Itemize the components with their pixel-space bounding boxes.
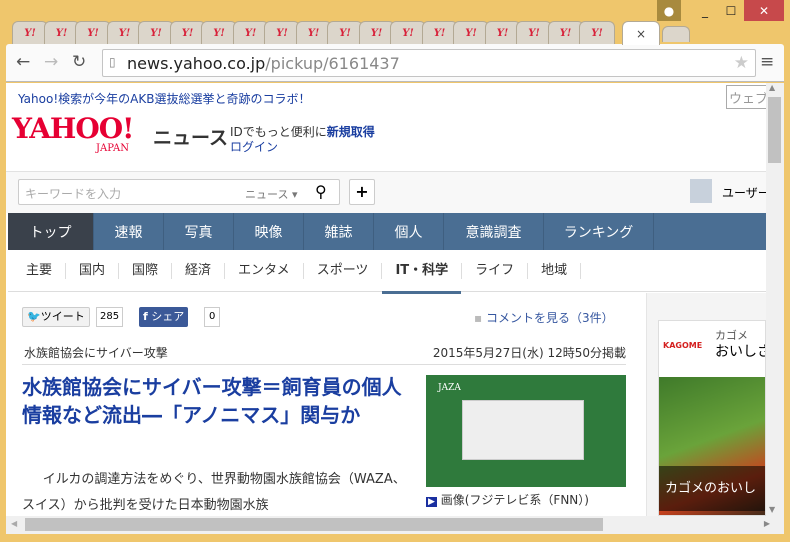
vertical-scrollbar[interactable]: ▲ ▼	[766, 83, 784, 516]
web-search-input[interactable]: ウェブ	[726, 85, 766, 109]
nav-item[interactable]: 映像	[234, 213, 304, 250]
subnav-item[interactable]: ライフ	[462, 262, 529, 279]
scope-select[interactable]: ニュース ▾	[245, 186, 297, 202]
profile-button[interactable]: ●	[657, 0, 681, 21]
reload-icon[interactable]: ↻	[72, 52, 86, 72]
nav-item[interactable]: 写真	[164, 213, 234, 250]
article-category: 水族館協会にサイバー攻撃	[24, 346, 168, 360]
nav-item[interactable]: 個人	[374, 213, 444, 250]
avatar	[690, 179, 712, 203]
share-button[interactable]: f シェア	[139, 307, 189, 327]
yahoo-logo[interactable]: YAHOO! JAPAN	[12, 115, 134, 155]
sub-nav: 主要 国内 国際 経済 エンタメ スポーツ IT・科学 ライフ 地域	[8, 250, 766, 294]
url-path: /pickup/6161437	[265, 54, 400, 73]
forward-icon[interactable]: →	[44, 52, 58, 72]
search-icon[interactable]: ⚲	[315, 182, 327, 201]
new-tab-button[interactable]	[662, 26, 690, 42]
menu-icon[interactable]: ≡	[760, 52, 774, 72]
nav-item[interactable]: 速報	[94, 213, 164, 250]
share-count: 0	[204, 307, 221, 327]
subnav-item[interactable]: 国際	[119, 262, 173, 279]
horizontal-scrollbar[interactable]: ◀ ▶	[6, 516, 784, 534]
nav-item[interactable]: 雑誌	[304, 213, 374, 250]
nav-item[interactable]: ランキング	[544, 213, 654, 250]
subnav-item[interactable]: スポーツ	[304, 262, 383, 279]
maximize-button[interactable]: ☐	[718, 0, 744, 21]
add-button[interactable]: +	[349, 179, 375, 205]
main-nav: トップ 速報 写真 映像 雑誌 個人 意識調査 ランキング	[8, 213, 766, 250]
article-title[interactable]: 水族館協会にサイバー攻撃＝飼育員の個人情報など流出―「アノニマス」関与か	[22, 373, 408, 429]
article-date: 2015年5月27日(水) 12時50分掲載	[432, 346, 626, 360]
minimize-button[interactable]: _	[692, 0, 718, 21]
close-window-button[interactable]: ✕	[744, 0, 784, 21]
active-tab-close[interactable]: ×	[622, 21, 660, 45]
horizontal-scroll-thumb[interactable]	[25, 518, 603, 531]
comments-link[interactable]: ▪ コメントを見る（3件）	[474, 309, 614, 326]
tweet-count: 285	[96, 307, 124, 327]
subnav-item[interactable]: 地域	[528, 262, 582, 279]
login-link[interactable]: ログイン	[230, 138, 278, 155]
nav-item[interactable]: 意識調査	[444, 213, 544, 250]
service-name: ニュース	[153, 127, 229, 149]
bookmark-star-icon[interactable]: ★	[734, 53, 749, 73]
subnav-item[interactable]: 主要	[8, 262, 67, 279]
user-name[interactable]: ユーザー	[722, 184, 766, 201]
article-image[interactable]: JAZA	[426, 375, 626, 487]
browser-toolbar: ← → ↻ ▯ news.yahoo.co.jp/pickup/6161437 …	[6, 44, 784, 82]
subnav-item[interactable]: エンタメ	[225, 262, 304, 279]
promo-link[interactable]: Yahoo!検索が今年のAKB選抜総選挙と奇跡のコラボ！	[18, 90, 310, 107]
subnav-item[interactable]: 国内	[66, 262, 120, 279]
kagome-ad[interactable]: KAGOME カゴメ おいしさ カゴメのおいし	[658, 320, 766, 516]
image-caption[interactable]: ▶ 画像(フジテレビ系（FNN）)	[426, 491, 589, 508]
vertical-scroll-thumb[interactable]	[768, 97, 781, 163]
back-icon[interactable]: ←	[16, 52, 30, 72]
url-host: news.yahoo.co.jp	[127, 54, 266, 73]
signup-link[interactable]: 新規取得	[327, 125, 375, 139]
subnav-item[interactable]: IT・科学	[382, 262, 463, 294]
subnav-item[interactable]: 経済	[172, 262, 226, 279]
id-text: IDでもっと便利に	[230, 125, 327, 139]
page-icon: ▯	[109, 55, 116, 69]
web-page: Yahoo!検索が今年のAKB選抜総選挙と奇跡のコラボ！ ウェブ YAHOO! …	[6, 83, 766, 516]
address-bar[interactable]: ▯ news.yahoo.co.jp/pickup/6161437 ★	[102, 49, 756, 77]
keyword-search-input[interactable]: キーワードを入力 ニュース ▾ ⚲	[18, 179, 340, 205]
tweet-button[interactable]: 🐦ツイート	[22, 307, 90, 327]
nav-item[interactable]: トップ	[8, 213, 94, 250]
article-body: イルカの調達方法をめぐり、世界動物園水族館協会（WAZA、スイス）から批判を受け…	[22, 472, 406, 513]
browser-tab[interactable]: Y!	[579, 21, 615, 45]
